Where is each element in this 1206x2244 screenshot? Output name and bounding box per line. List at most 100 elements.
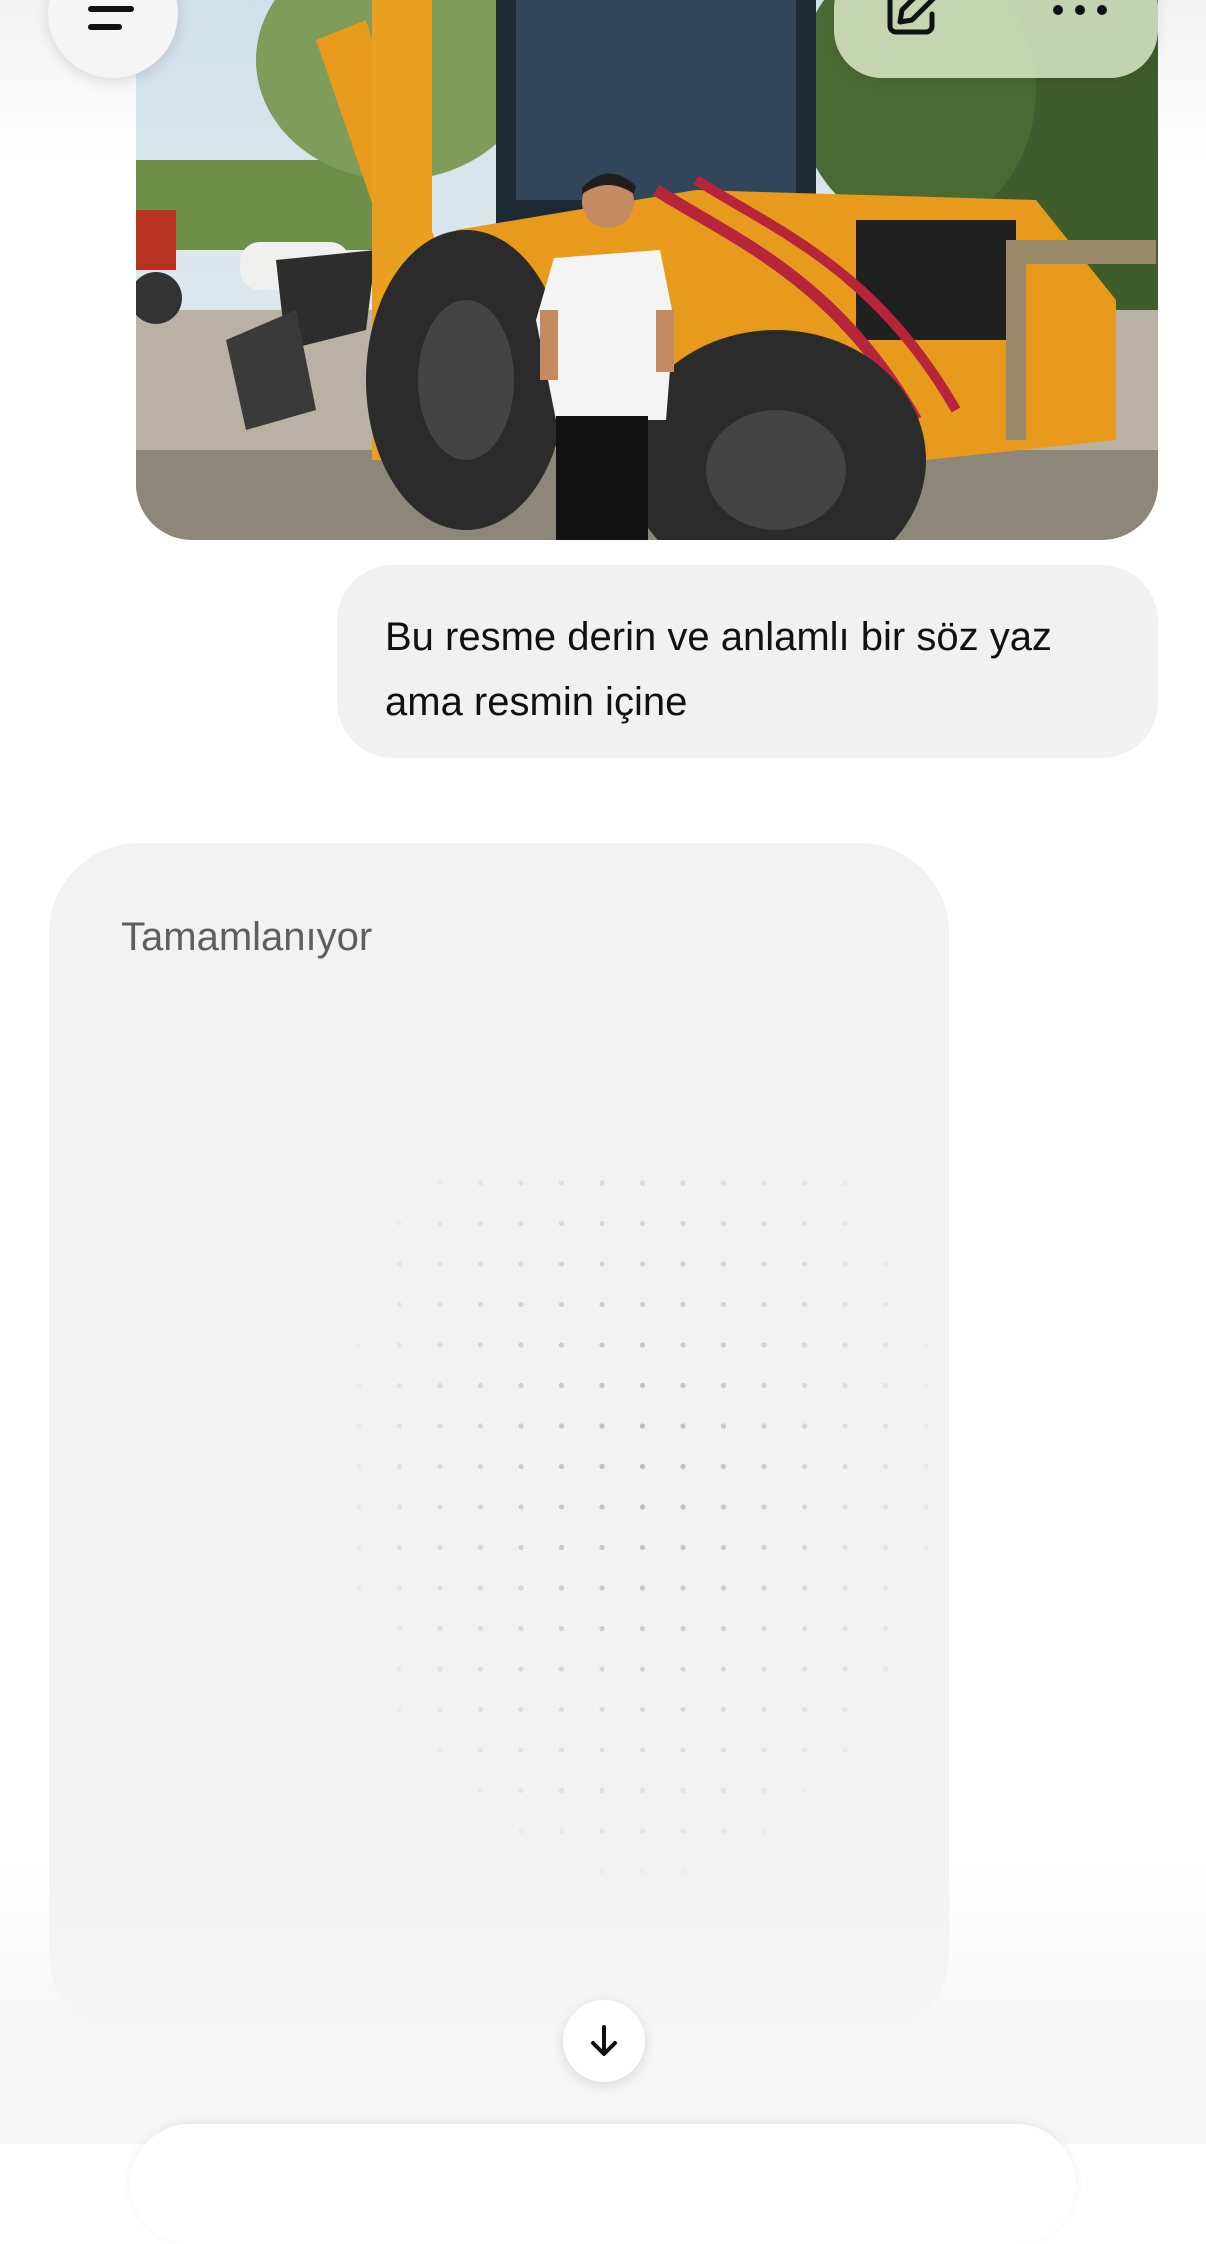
- loading-dot: [761, 1666, 767, 1672]
- loading-dot: [720, 1261, 727, 1267]
- loading-dot: [558, 1625, 565, 1632]
- loading-dot: [720, 1544, 727, 1551]
- loading-dot: [437, 1544, 443, 1551]
- loading-dot: [599, 1382, 605, 1389]
- menu-icon-line: [88, 24, 122, 30]
- loading-dot: [639, 1342, 646, 1348]
- loading-dot: [680, 1828, 686, 1834]
- loading-dot: [761, 1180, 767, 1186]
- loading-dot: [842, 1342, 848, 1348]
- loading-dot: [558, 1342, 565, 1348]
- loading-dot: [599, 1220, 605, 1227]
- loading-dot: [801, 1342, 808, 1348]
- loading-dot: [558, 1463, 565, 1470]
- loading-dot: [720, 1625, 727, 1632]
- message-composer[interactable]: [130, 2124, 1076, 2244]
- loading-dot: [761, 1787, 767, 1794]
- loading-dot: [396, 1261, 403, 1267]
- loading-dot: [842, 1625, 848, 1632]
- loading-dot: [801, 1382, 808, 1389]
- header-actions: [834, 0, 1158, 78]
- loading-dot: [518, 1261, 524, 1267]
- loading-dot: [437, 1504, 443, 1510]
- loading-dot: [396, 1544, 403, 1551]
- loading-dot: [801, 1787, 808, 1794]
- loading-dot: [518, 1666, 524, 1672]
- loading-dot: [680, 1787, 686, 1794]
- loading-dot: [680, 1463, 686, 1470]
- loading-dot: [558, 1666, 565, 1672]
- loading-dot: [477, 1666, 484, 1672]
- loading-dot: [761, 1625, 767, 1632]
- loading-dot: [437, 1666, 443, 1672]
- loading-dot: [923, 1504, 929, 1510]
- loading-dot: [680, 1220, 686, 1227]
- loading-dot: [720, 1423, 727, 1429]
- loading-dot: [558, 1706, 565, 1713]
- loading-dot: [518, 1544, 524, 1551]
- loading-dot: [477, 1180, 484, 1186]
- loading-dot: [356, 1342, 362, 1348]
- loading-dot: [599, 1504, 605, 1510]
- loading-dot: [599, 1787, 605, 1794]
- loading-dot: [518, 1382, 524, 1389]
- loading-dot: [882, 1382, 889, 1389]
- loading-dot: [639, 1585, 646, 1591]
- loading-dot: [356, 1504, 362, 1510]
- loading-dot: [639, 1625, 646, 1632]
- loading-dot: [558, 1180, 565, 1186]
- loading-dot: [599, 1625, 605, 1632]
- loading-dot: [680, 1625, 686, 1632]
- loading-dot: [842, 1706, 848, 1713]
- loading-dot: [801, 1625, 808, 1632]
- new-chat-icon[interactable]: [882, 0, 942, 40]
- loading-dot: [842, 1666, 848, 1672]
- loading-dot: [437, 1220, 443, 1227]
- loading-dot: [680, 1585, 686, 1591]
- loading-dot: [680, 1666, 686, 1672]
- loading-dot: [437, 1463, 443, 1470]
- loading-dot: [437, 1382, 443, 1389]
- loading-dot: [842, 1423, 848, 1429]
- loading-dot: [842, 1504, 848, 1510]
- loading-dot: [356, 1544, 362, 1551]
- loading-dot: [720, 1180, 727, 1186]
- loading-dot: [518, 1585, 524, 1591]
- loading-dot: [882, 1261, 889, 1267]
- uploaded-photo[interactable]: [136, 0, 1158, 540]
- loading-dot: [558, 1423, 565, 1429]
- loading-dot: [801, 1261, 808, 1267]
- loading-dot: [356, 1382, 362, 1389]
- loading-dot: [801, 1747, 808, 1753]
- loading-dot: [842, 1463, 848, 1470]
- loading-dot: [558, 1544, 565, 1551]
- loading-dot: [842, 1180, 848, 1186]
- loading-dot: [558, 1747, 565, 1753]
- loading-dot: [396, 1706, 403, 1713]
- loading-dot: [801, 1463, 808, 1470]
- loading-dot: [396, 1463, 403, 1470]
- loading-dot: [720, 1220, 727, 1227]
- scroll-down-button[interactable]: [563, 2000, 645, 2082]
- loading-dot: [639, 1463, 646, 1470]
- loading-dot: [396, 1585, 403, 1591]
- loading-dot: [396, 1301, 403, 1308]
- loading-dot: [558, 1301, 565, 1308]
- loading-dot: [761, 1423, 767, 1429]
- loading-dot: [801, 1585, 808, 1591]
- more-options-icon[interactable]: [1050, 0, 1110, 20]
- loading-dot: [680, 1261, 686, 1267]
- loading-dot: [518, 1180, 524, 1186]
- loading-dot: [437, 1180, 443, 1186]
- loading-dot: [599, 1301, 605, 1308]
- loading-dot: [599, 1544, 605, 1551]
- loading-dot: [923, 1544, 929, 1551]
- loading-dot: [599, 1747, 605, 1753]
- loading-dot: [518, 1625, 524, 1632]
- loading-dot: [801, 1180, 808, 1186]
- loading-dot: [680, 1747, 686, 1753]
- loading-dot: [518, 1706, 524, 1713]
- loading-dot: [356, 1585, 362, 1591]
- loading-dot: [639, 1706, 646, 1713]
- loading-dot: [842, 1382, 848, 1389]
